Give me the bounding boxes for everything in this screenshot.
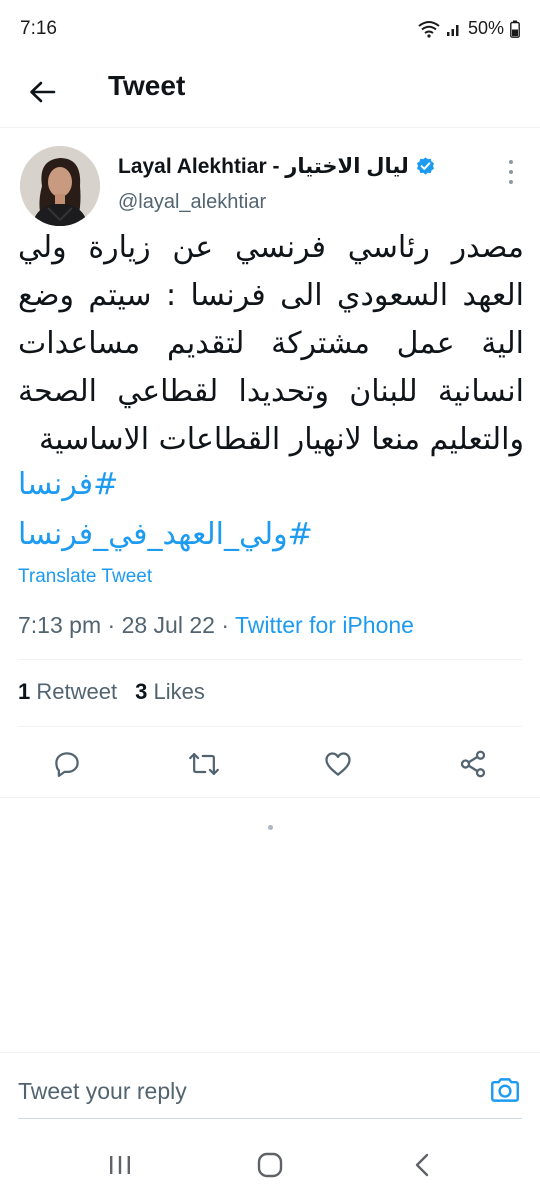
divider <box>0 797 540 798</box>
signal-icon <box>446 24 459 36</box>
reply-button[interactable] <box>45 742 89 786</box>
arrow-left-icon <box>30 81 56 103</box>
translate-tweet-link[interactable]: Translate Tweet <box>18 566 152 588</box>
tweet-stats: 1 Retweet 3 Likes <box>18 679 205 705</box>
likes-label: Likes <box>153 679 205 704</box>
tweet-source-link[interactable]: Twitter for iPhone <box>235 612 414 638</box>
status-time: 7:16 <box>20 18 57 39</box>
wifi-icon <box>418 20 440 38</box>
share-button[interactable] <box>451 742 495 786</box>
share-icon <box>460 750 486 778</box>
home-icon <box>257 1152 283 1178</box>
tweet-date[interactable]: 28 Jul 22 <box>122 612 215 638</box>
more-dot-icon <box>509 170 513 174</box>
tweet-text: مصدر رئاسي فرنسي عن زيارة ولي العهد السع… <box>18 230 524 457</box>
hashtag-list: #فرنسا #ولي_العهد_في_فرنسا <box>18 460 318 560</box>
reply-underline <box>18 1118 522 1119</box>
retweet-icon <box>189 753 219 775</box>
tweet-actions <box>0 742 540 788</box>
system-nav-bar <box>0 1128 540 1200</box>
author-name-row[interactable]: Layal Alekhtiar - ليال الاختيار <box>118 154 436 179</box>
loading-indicator <box>268 825 273 830</box>
recent-apps-icon <box>110 1156 130 1174</box>
divider <box>18 726 522 727</box>
more-options-button[interactable] <box>506 160 516 184</box>
tweet-meta: 7:13 pm · 28 Jul 22 · Twitter for iPhone <box>18 612 414 639</box>
meta-separator: · <box>107 612 116 638</box>
avatar[interactable] <box>20 146 100 226</box>
reply-icon <box>55 752 79 777</box>
heart-icon <box>325 752 351 776</box>
like-button[interactable] <box>316 742 360 786</box>
app-header: Tweet <box>0 58 540 128</box>
tweet-time[interactable]: 7:13 pm <box>18 612 101 638</box>
hashtag-link[interactable]: #فرنسا <box>18 460 318 510</box>
likes-stat[interactable]: 3 Likes <box>135 679 205 705</box>
hashtag-link[interactable]: #ولي_العهد_في_فرنسا <box>18 510 318 560</box>
avatar-image <box>20 146 100 226</box>
camera-icon <box>491 1078 519 1102</box>
chevron-left-icon <box>415 1153 429 1177</box>
meta-separator: · <box>221 612 229 638</box>
recent-apps-button[interactable] <box>100 1148 140 1182</box>
back-button[interactable] <box>22 72 62 112</box>
status-bar: 7:16 50% <box>0 0 540 58</box>
author-display-name[interactable]: Layal Alekhtiar - ليال الاختيار <box>118 154 409 179</box>
status-icons: 50% <box>418 18 520 39</box>
likes-count: 3 <box>135 679 148 704</box>
author-handle[interactable]: @layal_alekhtiar <box>118 191 266 214</box>
more-dot-icon <box>509 180 513 184</box>
home-button[interactable] <box>250 1148 290 1182</box>
retweets-count: 1 <box>18 679 31 704</box>
more-dot-icon <box>509 160 513 164</box>
retweet-button[interactable] <box>182 742 226 786</box>
retweets-label: Retweet <box>36 679 118 704</box>
retweets-stat[interactable]: 1 Retweet <box>18 679 117 705</box>
page-title: Tweet <box>108 70 186 101</box>
divider <box>18 659 522 660</box>
verified-badge-icon <box>416 157 434 175</box>
reply-input[interactable] <box>18 1073 458 1109</box>
system-back-button[interactable] <box>402 1148 442 1182</box>
battery-icon <box>510 20 520 38</box>
reply-bar <box>0 1052 540 1124</box>
camera-button[interactable] <box>488 1073 522 1107</box>
battery-percent: 50% <box>467 18 504 38</box>
